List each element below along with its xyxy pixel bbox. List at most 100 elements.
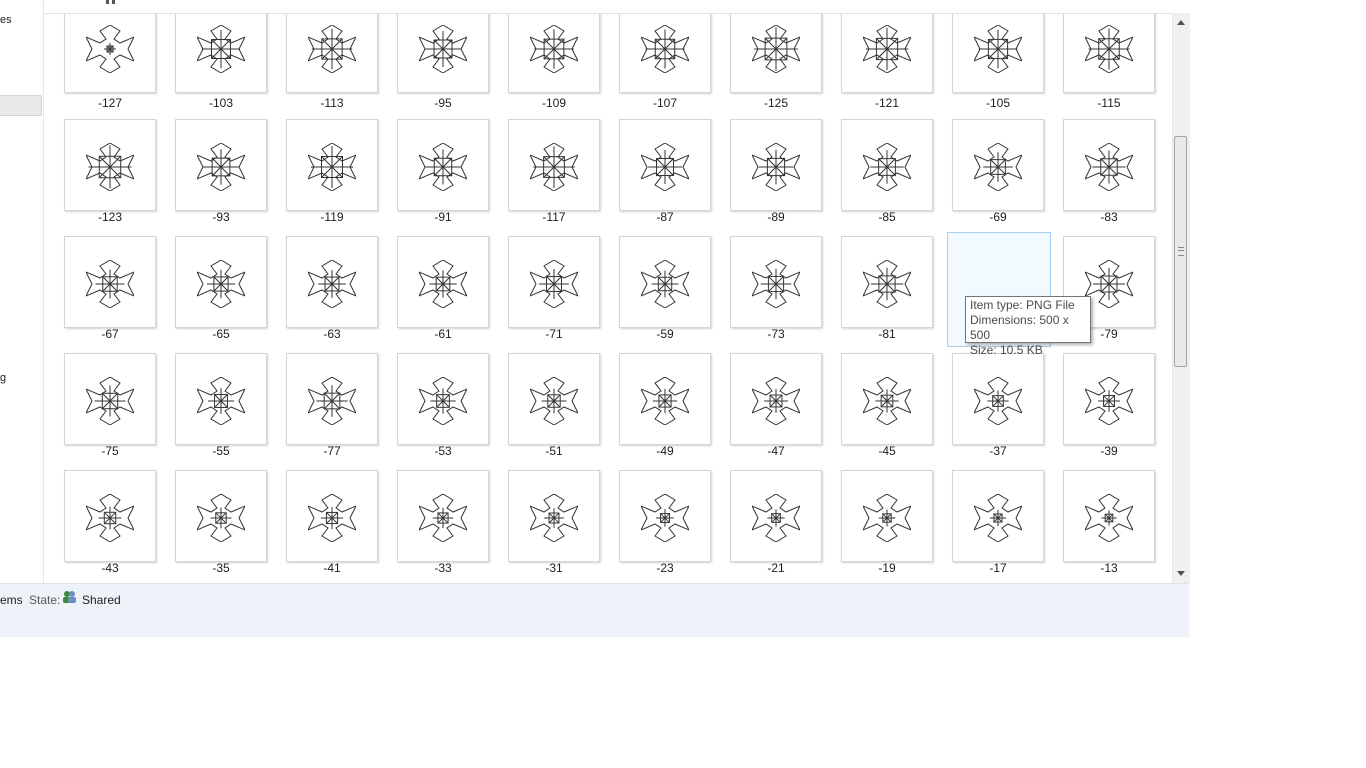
file-thumbnail[interactable]	[730, 236, 822, 328]
file-thumbnail[interactable]	[64, 14, 156, 93]
file-name[interactable]: -73	[730, 327, 822, 341]
file-name[interactable]: -125	[730, 96, 822, 110]
file-tile[interactable]: -117	[488, 119, 600, 236]
file-thumbnail[interactable]	[841, 470, 933, 562]
file-name[interactable]: -39	[1063, 444, 1155, 458]
file-tile[interactable]: -89	[710, 119, 822, 236]
file-name[interactable]: -127	[64, 96, 156, 110]
file-thumbnail[interactable]	[397, 236, 489, 328]
file-thumbnail[interactable]	[841, 353, 933, 445]
file-tile[interactable]: -13	[1043, 470, 1155, 583]
file-tile[interactable]: -71	[488, 236, 600, 353]
file-thumbnail[interactable]	[508, 353, 600, 445]
file-tile[interactable]: -35	[155, 470, 267, 583]
file-name[interactable]: -31	[508, 561, 600, 575]
file-name[interactable]: -19	[841, 561, 933, 575]
file-tile[interactable]: -33	[377, 470, 489, 583]
file-thumbnail[interactable]	[397, 470, 489, 562]
file-thumbnail[interactable]	[397, 119, 489, 211]
file-tile[interactable]: -115	[1043, 14, 1155, 131]
file-name[interactable]: -53	[397, 444, 489, 458]
file-name[interactable]: -103	[175, 96, 267, 110]
file-name[interactable]: -55	[175, 444, 267, 458]
file-name[interactable]: -89	[730, 210, 822, 224]
file-thumbnail[interactable]	[1063, 353, 1155, 445]
file-thumbnail[interactable]	[1063, 119, 1155, 211]
file-tile[interactable]: -41	[266, 470, 378, 583]
file-name[interactable]: -17	[952, 561, 1044, 575]
file-tile[interactable]: -75	[44, 353, 156, 470]
file-thumbnail[interactable]	[619, 14, 711, 93]
file-thumbnail[interactable]	[286, 14, 378, 93]
file-tile[interactable]: -45	[821, 353, 933, 470]
file-tile[interactable]: -17	[932, 470, 1044, 583]
file-thumbnail[interactable]	[619, 353, 711, 445]
file-name[interactable]: -83	[1063, 210, 1155, 224]
file-thumbnail[interactable]	[1063, 14, 1155, 93]
file-thumbnail[interactable]	[508, 236, 600, 328]
file-tile[interactable]: -127	[44, 14, 156, 131]
file-tile[interactable]: -55	[155, 353, 267, 470]
file-name[interactable]: -49	[619, 444, 711, 458]
file-thumbnail[interactable]	[730, 353, 822, 445]
file-tile[interactable]: -109	[488, 14, 600, 131]
file-tile[interactable]: -69	[932, 119, 1044, 236]
file-name[interactable]: -65	[175, 327, 267, 341]
file-name[interactable]: -87	[619, 210, 711, 224]
file-name[interactable]: -37	[952, 444, 1044, 458]
file-tile[interactable]: -61	[377, 236, 489, 353]
file-tile[interactable]: -91	[377, 119, 489, 236]
file-name[interactable]: -33	[397, 561, 489, 575]
file-thumbnail[interactable]	[952, 14, 1044, 93]
file-tile[interactable]: -107	[599, 14, 711, 131]
file-tile[interactable]: -105	[932, 14, 1044, 131]
file-tile[interactable]: -53	[377, 353, 489, 470]
file-tile[interactable]: -123	[44, 119, 156, 236]
file-tile[interactable]: -95	[377, 14, 489, 131]
file-thumbnail[interactable]	[64, 236, 156, 328]
file-name[interactable]: -93	[175, 210, 267, 224]
file-name[interactable]: -105	[952, 96, 1044, 110]
file-thumbnail[interactable]	[397, 353, 489, 445]
file-thumbnail[interactable]	[841, 119, 933, 211]
file-tile[interactable]: -31	[488, 470, 600, 583]
file-thumbnail[interactable]	[175, 353, 267, 445]
file-thumbnail[interactable]	[64, 119, 156, 211]
file-name[interactable]: -117	[508, 210, 600, 224]
file-name[interactable]: -121	[841, 96, 933, 110]
file-name[interactable]: -45	[841, 444, 933, 458]
file-tile[interactable]: -43	[44, 470, 156, 583]
file-name[interactable]: -123	[64, 210, 156, 224]
file-name[interactable]: -85	[841, 210, 933, 224]
file-name[interactable]: -75	[64, 444, 156, 458]
file-tile[interactable]: -121	[821, 14, 933, 131]
file-thumbnail[interactable]	[397, 14, 489, 93]
file-tile[interactable]: -85	[821, 119, 933, 236]
file-thumbnail[interactable]	[730, 14, 822, 93]
file-thumbnail[interactable]	[508, 470, 600, 562]
file-thumbnail[interactable]	[64, 470, 156, 562]
file-name[interactable]: -23	[619, 561, 711, 575]
file-name[interactable]: -95	[397, 96, 489, 110]
file-tile[interactable]: -103	[155, 14, 267, 131]
file-tile[interactable]: -125	[710, 14, 822, 131]
file-thumbnail[interactable]	[508, 14, 600, 93]
scroll-thumb[interactable]	[1174, 136, 1187, 367]
file-name[interactable]: -91	[397, 210, 489, 224]
file-tile[interactable]: -81	[821, 236, 933, 353]
file-name[interactable]: -35	[175, 561, 267, 575]
nav-item-label[interactable]: es	[0, 14, 12, 26]
nav-item-label[interactable]: g	[0, 372, 6, 384]
file-name[interactable]: -115	[1063, 96, 1155, 110]
file-tile[interactable]: -37	[932, 353, 1044, 470]
file-thumbnail[interactable]	[952, 353, 1044, 445]
file-thumbnail[interactable]	[952, 119, 1044, 211]
file-name[interactable]: -107	[619, 96, 711, 110]
file-thumbnail[interactable]	[286, 119, 378, 211]
file-thumbnail[interactable]	[619, 236, 711, 328]
file-name[interactable]: -63	[286, 327, 378, 341]
file-tile[interactable]: -51	[488, 353, 600, 470]
file-tile[interactable]: -83	[1043, 119, 1155, 236]
file-thumbnail[interactable]	[619, 119, 711, 211]
file-tile[interactable]: -19	[821, 470, 933, 583]
